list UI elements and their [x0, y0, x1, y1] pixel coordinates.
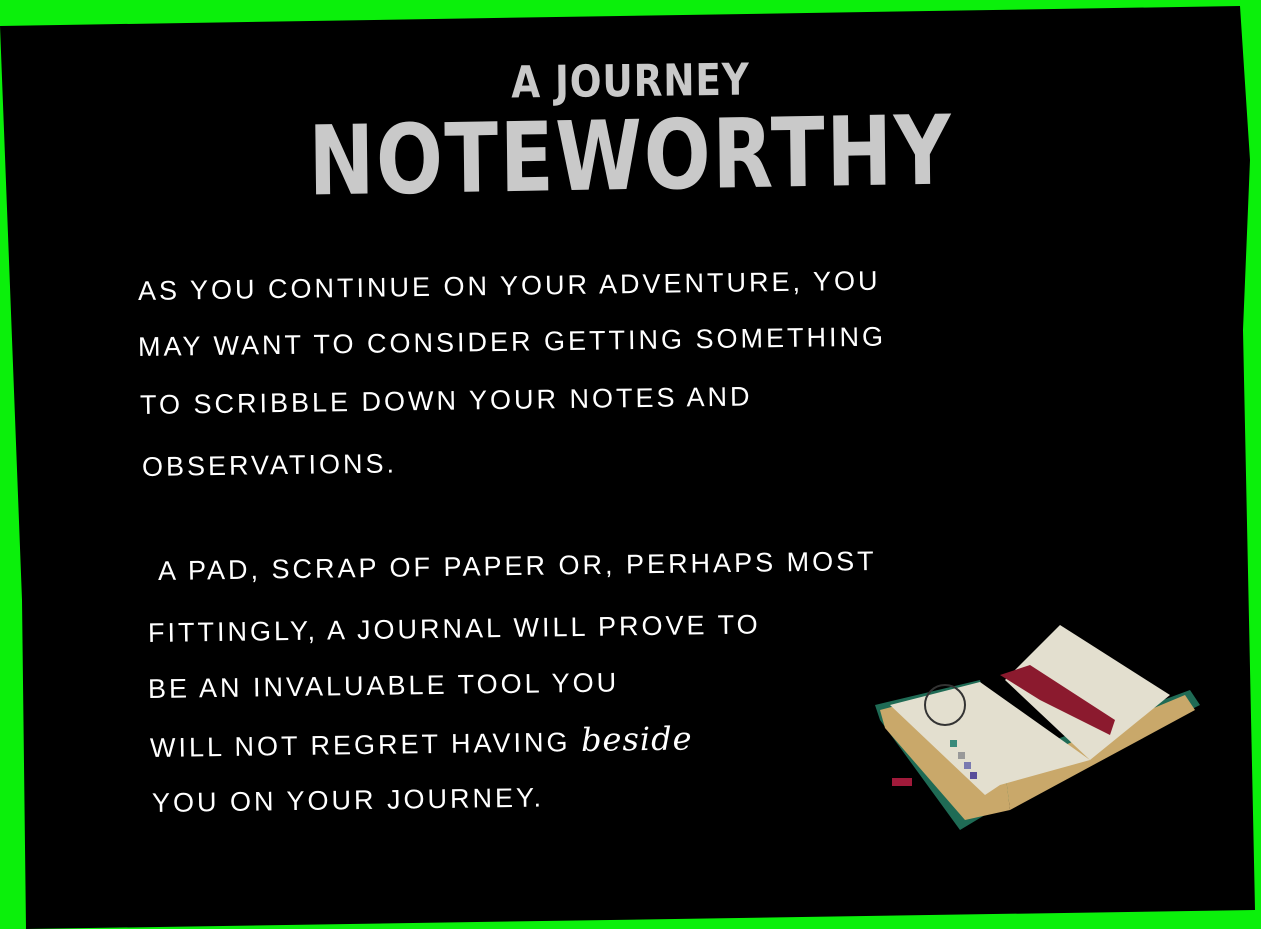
- paragraph2-line: be an invaluable tool you: [147, 667, 620, 704]
- paragraph2-line: you on your journey.: [151, 782, 545, 818]
- paragraph1-line: observations.: [141, 448, 398, 482]
- open-journal-icon: [875, 625, 1200, 830]
- emphasis-word: beside: [580, 719, 693, 759]
- paragraph2-line: will not regret having beside: [150, 719, 693, 765]
- card-title: NOTEWORTHY: [307, 94, 954, 218]
- paragraph2-text: will not regret having: [149, 727, 571, 763]
